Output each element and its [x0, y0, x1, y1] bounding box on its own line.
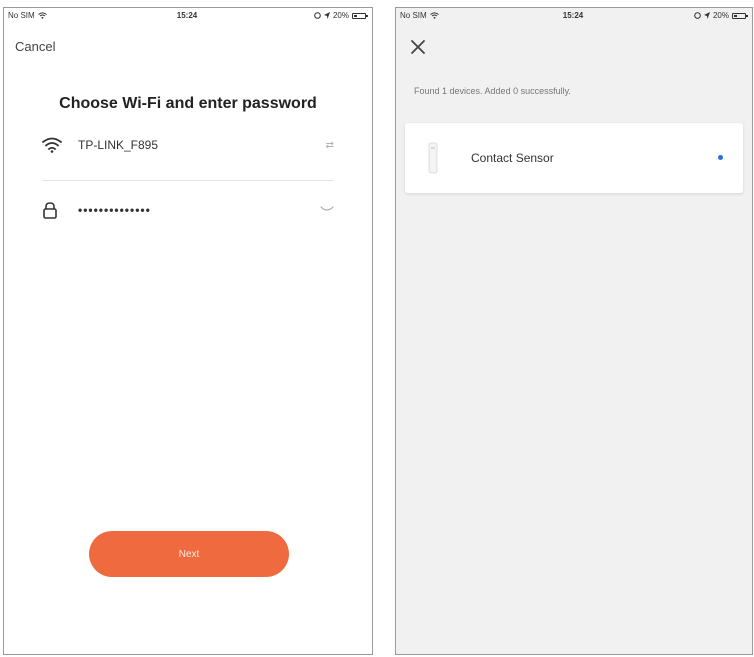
password-input[interactable]: ••••••••••••••	[78, 203, 314, 217]
device-status-dot	[718, 155, 723, 160]
battery-percent: 20%	[332, 11, 349, 20]
clock-label: 15:24	[176, 11, 198, 20]
next-button[interactable]: Next	[89, 531, 289, 577]
divider	[42, 180, 334, 181]
close-icon[interactable]	[409, 38, 427, 56]
wifi-network-field[interactable]: TP-LINK_F895 ⇄	[42, 129, 334, 161]
contact-sensor-icon	[425, 141, 441, 175]
cancel-button[interactable]: Cancel	[15, 39, 55, 54]
discovery-summary: Found 1 devices. Added 0 successfully.	[414, 86, 571, 96]
alarm-icon	[694, 12, 701, 19]
status-bar: No SIM 15:24 20%	[400, 11, 748, 23]
battery-icon	[732, 12, 748, 19]
device-card-contact-sensor[interactable]: Contact Sensor	[405, 123, 743, 193]
password-field[interactable]: ••••••••••••••	[42, 194, 334, 226]
alarm-icon	[314, 12, 321, 19]
device-name: Contact Sensor	[471, 151, 554, 165]
eye-closed-icon[interactable]	[314, 205, 334, 216]
wifi-setup-screen: No SIM 15:24 20% Cancel Choose Wi-Fi and…	[3, 7, 373, 655]
location-icon	[323, 12, 330, 19]
status-bar: No SIM 15:24 20%	[8, 11, 368, 23]
battery-icon	[352, 12, 368, 19]
lock-icon	[42, 201, 68, 219]
location-icon	[703, 12, 710, 19]
switch-network-icon[interactable]: ⇄	[314, 140, 334, 151]
wifi-icon	[42, 137, 68, 153]
page-title: Choose Wi-Fi and enter password	[59, 95, 317, 112]
wifi-ssid: TP-LINK_F895	[78, 138, 159, 152]
device-found-screen: No SIM 15:24 20% Found 1 devices. Added …	[395, 7, 753, 655]
battery-percent: 20%	[712, 11, 729, 20]
